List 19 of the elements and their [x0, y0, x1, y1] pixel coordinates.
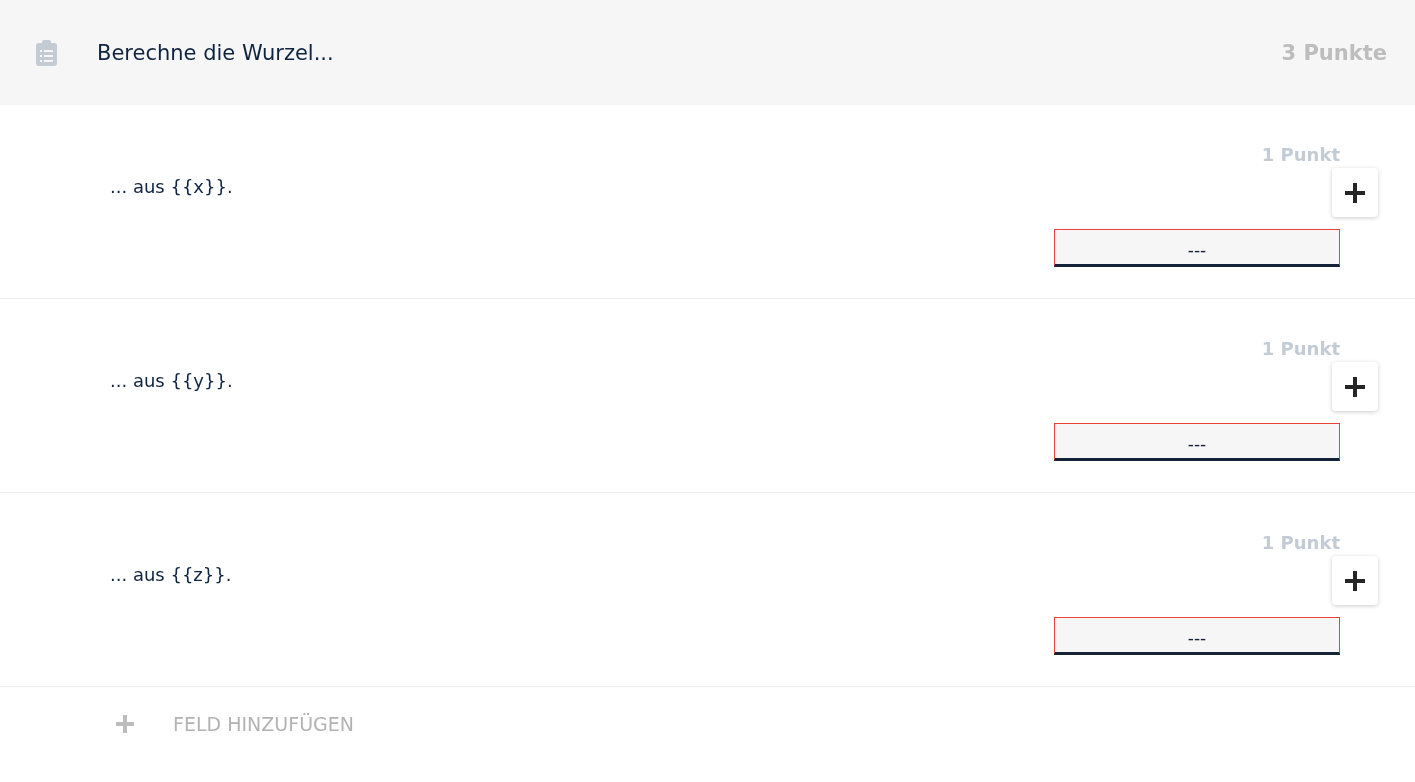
plus-icon — [115, 714, 135, 734]
select-field[interactable]: --- — [1054, 229, 1340, 267]
points-label: 1 Punkt — [1261, 337, 1340, 361]
question-text: ... aus {{y}}. — [110, 370, 233, 393]
total-points: 3 Punkte — [1281, 40, 1387, 65]
add-button[interactable] — [1332, 168, 1378, 217]
select-field[interactable]: --- — [1054, 617, 1340, 655]
plus-icon — [1345, 182, 1365, 203]
clipboard-list-icon — [36, 39, 57, 66]
question-text: ... aus {{z}}. — [110, 564, 232, 587]
add-button[interactable] — [1332, 362, 1378, 411]
points-label: 1 Punkt — [1261, 531, 1340, 555]
plus-icon — [1345, 570, 1365, 591]
plus-icon — [1345, 376, 1365, 397]
select-field[interactable]: --- — [1054, 423, 1340, 461]
task-title: Berechne die Wurzel... — [97, 40, 335, 65]
add-button[interactable] — [1332, 556, 1378, 605]
question-text: ... aus {{x}}. — [110, 176, 233, 199]
points-label: 1 Punkt — [1261, 143, 1340, 167]
